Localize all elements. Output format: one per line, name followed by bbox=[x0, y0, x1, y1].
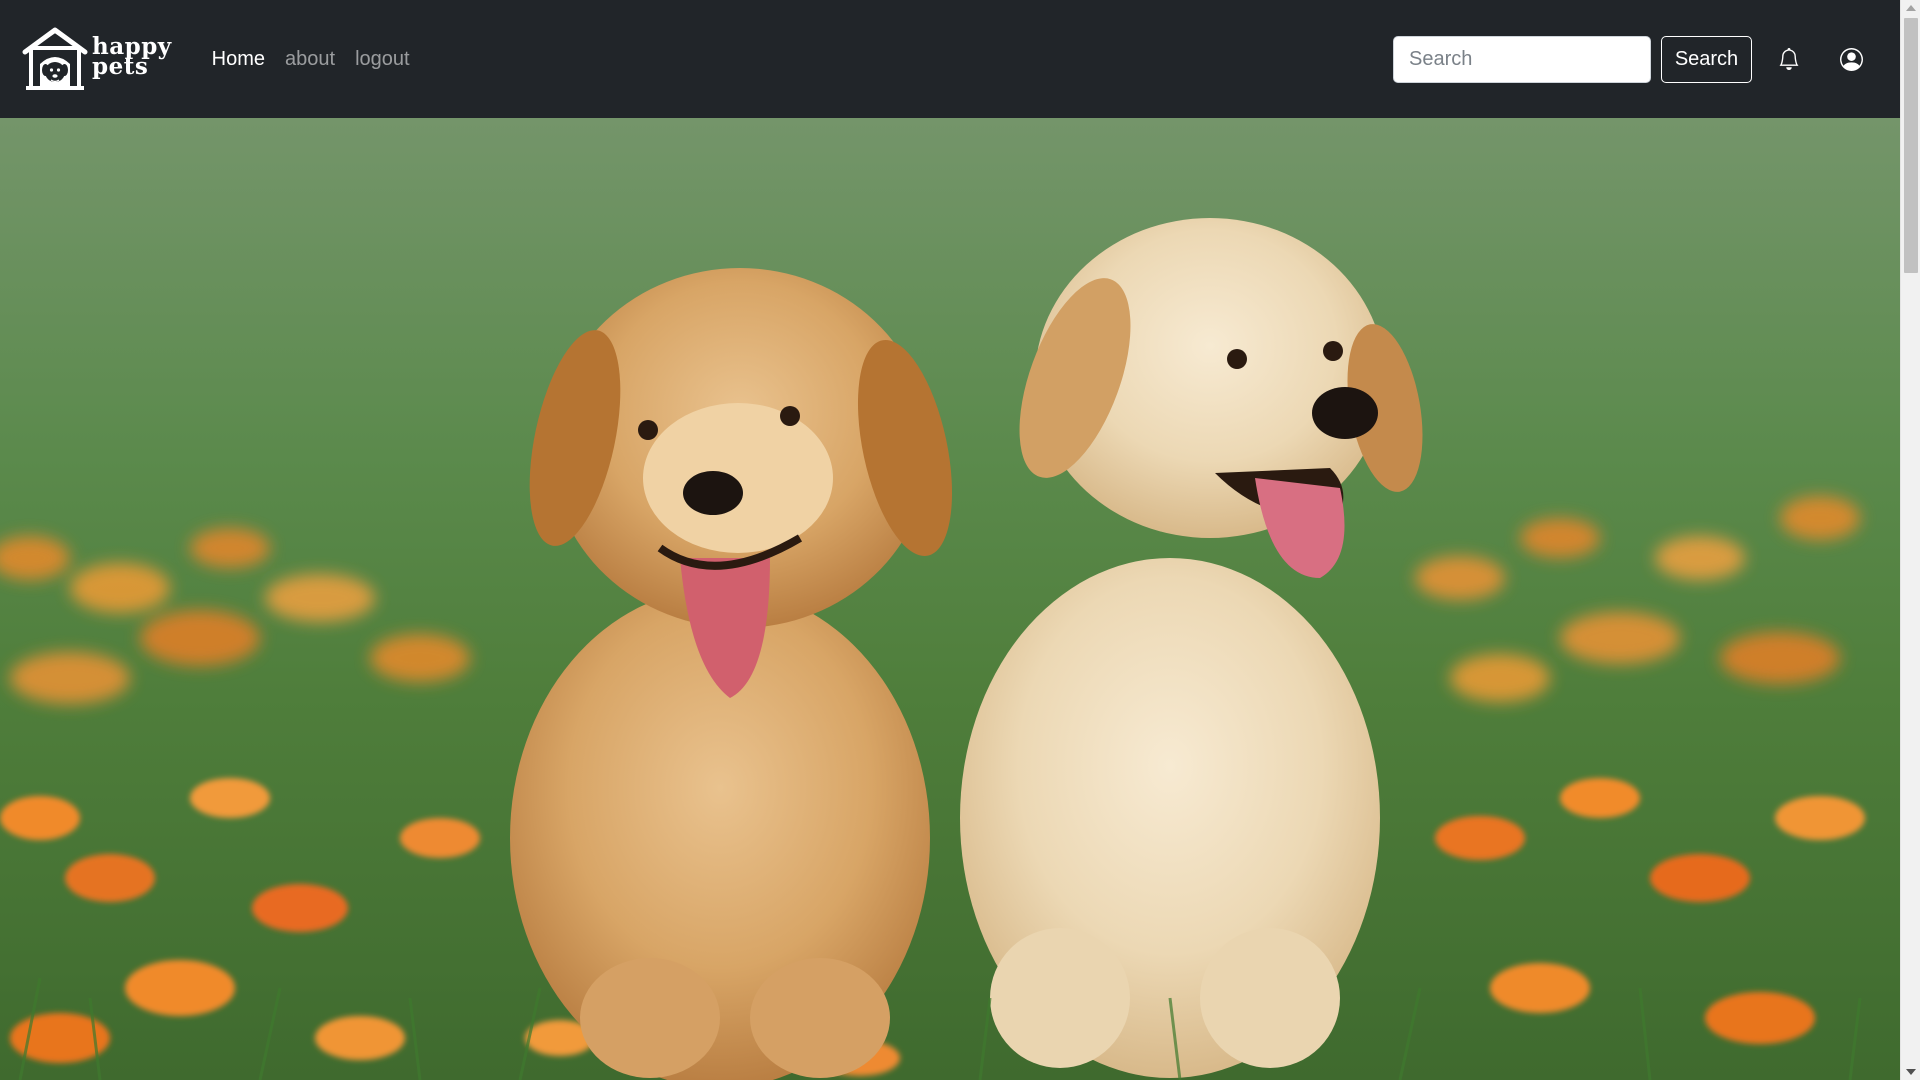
nav-link-logout[interactable]: logout bbox=[345, 40, 420, 79]
brand-logo-link[interactable]: happy pets bbox=[22, 26, 172, 92]
hero-image bbox=[0, 118, 1900, 1080]
scroll-up-button[interactable] bbox=[1901, 0, 1920, 16]
nav-link-home[interactable]: Home bbox=[202, 40, 275, 79]
scrollbar-thumb[interactable] bbox=[1904, 18, 1918, 273]
search-input[interactable] bbox=[1393, 35, 1651, 83]
nav-right-group: Search bbox=[1393, 35, 1878, 83]
chevron-down-icon bbox=[1906, 1069, 1916, 1075]
nav-link-about[interactable]: about bbox=[275, 40, 345, 79]
account-button[interactable] bbox=[1836, 44, 1866, 74]
scroll-down-button[interactable] bbox=[1901, 1064, 1920, 1080]
user-circle-icon bbox=[1839, 47, 1863, 71]
chevron-up-icon bbox=[1906, 5, 1916, 11]
nav-links: Home about logout bbox=[202, 40, 420, 79]
bell-icon bbox=[1779, 48, 1799, 70]
brand-name: happy pets bbox=[92, 35, 172, 80]
page-scrollbar[interactable] bbox=[1900, 0, 1920, 1080]
doghouse-dog-icon bbox=[22, 27, 88, 90]
search-button[interactable]: Search bbox=[1661, 35, 1752, 83]
top-navbar: happy pets Home about logout Search bbox=[0, 0, 1900, 118]
notifications-button[interactable] bbox=[1774, 44, 1804, 74]
puppies-image bbox=[0, 118, 1900, 1080]
brand-name-line2: pets bbox=[92, 53, 149, 80]
